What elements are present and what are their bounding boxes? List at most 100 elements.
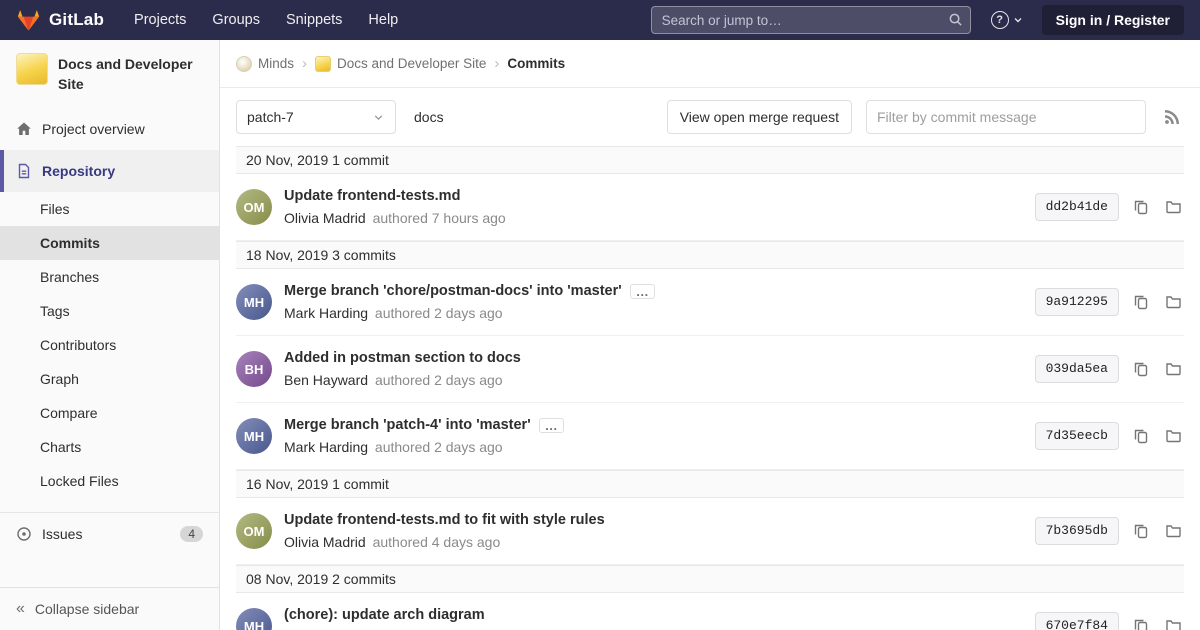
gitlab-tanuki-logo-icon	[16, 8, 41, 32]
avatar[interactable]: MH	[236, 284, 272, 320]
top-navbar: GitLab Projects Groups Snippets Help ? S…	[0, 0, 1200, 40]
commit-sha-link[interactable]: 7b3695db	[1035, 517, 1119, 545]
commit-actions: 7d35eecb	[1019, 422, 1184, 450]
repository-doc-icon	[16, 163, 32, 179]
avatar[interactable]: OM	[236, 513, 272, 549]
nav-groups-link[interactable]: Groups	[212, 12, 260, 28]
commit-sha-link[interactable]: 039da5ea	[1035, 355, 1119, 383]
branch-selector[interactable]: patch-7	[236, 100, 396, 134]
commit-info: (chore): update arch diagram Mark Hardin…	[284, 607, 1019, 630]
commit-author-link[interactable]: Ben Hayward	[284, 372, 368, 388]
sidebar-item-compare[interactable]: Compare	[0, 396, 219, 430]
project-avatar	[16, 53, 48, 85]
sidebar-item-commits[interactable]: Commits	[0, 226, 219, 260]
sidebar-item-label: Project overview	[42, 121, 145, 137]
commit-info: Update frontend-tests.md Olivia Madrid a…	[284, 188, 1019, 226]
view-open-merge-request-button[interactable]: View open merge request	[667, 100, 852, 134]
breadcrumb-separator-icon: ›	[494, 55, 499, 72]
browse-files-button[interactable]	[1163, 197, 1184, 217]
sidebar-item-charts[interactable]: Charts	[0, 430, 219, 464]
commit-author-link[interactable]: Olivia Madrid	[284, 534, 366, 550]
avatar[interactable]: MH	[236, 418, 272, 454]
sidebar-item-contributors[interactable]: Contributors	[0, 328, 219, 362]
commit-row: MH Merge branch 'chore/postman-docs' int…	[236, 269, 1184, 336]
copy-sha-button[interactable]	[1131, 616, 1151, 630]
commit-actions: dd2b41de	[1019, 193, 1184, 221]
commit-actions: 7b3695db	[1019, 517, 1184, 545]
project-header[interactable]: Docs and Developer Site	[0, 40, 219, 108]
commit-meta: Mark Harding authored 2 days ago	[284, 439, 1019, 455]
sidebar-item-files[interactable]: Files	[0, 192, 219, 226]
commit-meta: Mark Harding authored 2 days ago	[284, 305, 1019, 321]
sign-in-register-button[interactable]: Sign in / Register	[1042, 5, 1184, 35]
repository-submenu: Files Commits Branches Tags Contributors…	[0, 192, 219, 498]
group-avatar-icon	[236, 56, 252, 72]
commit-title-link[interactable]: Merge branch 'patch-4' into 'master'	[284, 417, 531, 433]
help-question-icon: ?	[991, 11, 1009, 29]
breadcrumb-group-link[interactable]: Minds	[236, 56, 294, 72]
browse-files-button[interactable]	[1163, 616, 1184, 630]
commit-author-link[interactable]: Mark Harding	[284, 305, 368, 321]
browse-files-button[interactable]	[1163, 292, 1184, 312]
nav-snippets-link[interactable]: Snippets	[286, 12, 342, 28]
commit-title-link[interactable]: Update frontend-tests.md	[284, 188, 460, 204]
sidebar-item-tags[interactable]: Tags	[0, 294, 219, 328]
browse-files-button[interactable]	[1163, 359, 1184, 379]
branch-selector-value: patch-7	[247, 109, 294, 125]
commit-sha-link[interactable]: 9a912295	[1035, 288, 1119, 316]
path-breadcrumb-link[interactable]: docs	[414, 109, 444, 125]
browse-files-button[interactable]	[1163, 521, 1184, 541]
commit-authored-time: authored 2 days ago	[375, 305, 503, 321]
avatar[interactable]: BH	[236, 351, 272, 387]
search-input[interactable]	[651, 6, 971, 34]
commit-date-header: 08 Nov, 2019 2 commits	[236, 565, 1184, 593]
commit-author-link[interactable]: Mark Harding	[284, 439, 368, 455]
commit-sha-link[interactable]: dd2b41de	[1035, 193, 1119, 221]
commit-sha-link[interactable]: 670e7f84	[1035, 612, 1119, 630]
commit-title-link[interactable]: Added in postman section to docs	[284, 350, 521, 366]
commit-sha-link[interactable]: 7d35eecb	[1035, 422, 1119, 450]
commit-authored-time: authored 7 hours ago	[373, 210, 506, 226]
breadcrumb-project-label: Docs and Developer Site	[337, 56, 486, 71]
sidebar-item-project-overview[interactable]: Project overview	[0, 108, 219, 150]
commit-author-link[interactable]: Olivia Madrid	[284, 210, 366, 226]
commit-info: Merge branch 'patch-4' into 'master' … M…	[284, 417, 1019, 455]
commit-info: Added in postman section to docs Ben Hay…	[284, 350, 1019, 388]
nav-help-link[interactable]: Help	[368, 12, 398, 28]
expand-commit-message-button[interactable]: …	[539, 418, 564, 433]
commit-title-link[interactable]: Update frontend-tests.md to fit with sty…	[284, 512, 605, 528]
commit-title-link[interactable]: Merge branch 'chore/postman-docs' into '…	[284, 283, 622, 299]
expand-commit-message-button[interactable]: …	[630, 284, 655, 299]
sidebar-item-graph[interactable]: Graph	[0, 362, 219, 396]
commit-authored-time: authored 2 days ago	[375, 372, 503, 388]
commit-row: MH (chore): update arch diagram Mark Har…	[236, 593, 1184, 630]
commit-info: Update frontend-tests.md to fit with sty…	[284, 512, 1019, 550]
avatar[interactable]: MH	[236, 608, 272, 630]
commits-feed-button[interactable]	[1160, 105, 1184, 129]
collapse-sidebar-button[interactable]: « Collapse sidebar	[0, 587, 219, 630]
nav-projects-link[interactable]: Projects	[134, 12, 186, 28]
sidebar-item-label: Issues	[42, 526, 82, 542]
copy-sha-button[interactable]	[1131, 426, 1151, 446]
copy-sha-button[interactable]	[1131, 359, 1151, 379]
sidebar-item-branches[interactable]: Branches	[0, 260, 219, 294]
copy-sha-button[interactable]	[1131, 197, 1151, 217]
sidebar-item-locked-files[interactable]: Locked Files	[0, 464, 219, 498]
sidebar-item-issues[interactable]: Issues 4	[0, 512, 219, 555]
copy-sha-button[interactable]	[1131, 292, 1151, 312]
commit-title-link[interactable]: (chore): update arch diagram	[284, 607, 485, 623]
commit-meta: Olivia Madrid authored 7 hours ago	[284, 210, 1019, 226]
gitlab-home-link[interactable]: GitLab	[16, 8, 104, 32]
project-sidebar: Docs and Developer Site Project overview…	[0, 40, 220, 630]
avatar[interactable]: OM	[236, 189, 272, 225]
breadcrumb-project-link[interactable]: Docs and Developer Site	[315, 56, 486, 72]
browse-files-button[interactable]	[1163, 426, 1184, 446]
chevron-down-icon	[1012, 14, 1024, 26]
commit-filter-input[interactable]	[866, 100, 1146, 134]
commit-authored-time: authored 2 days ago	[375, 439, 503, 455]
commit-authored-time: authored 4 days ago	[373, 534, 501, 550]
copy-sha-button[interactable]	[1131, 521, 1151, 541]
sidebar-item-repository[interactable]: Repository	[0, 150, 219, 192]
help-dropdown-toggle[interactable]: ?	[991, 11, 1024, 29]
commit-row: MH Merge branch 'patch-4' into 'master' …	[236, 403, 1184, 470]
